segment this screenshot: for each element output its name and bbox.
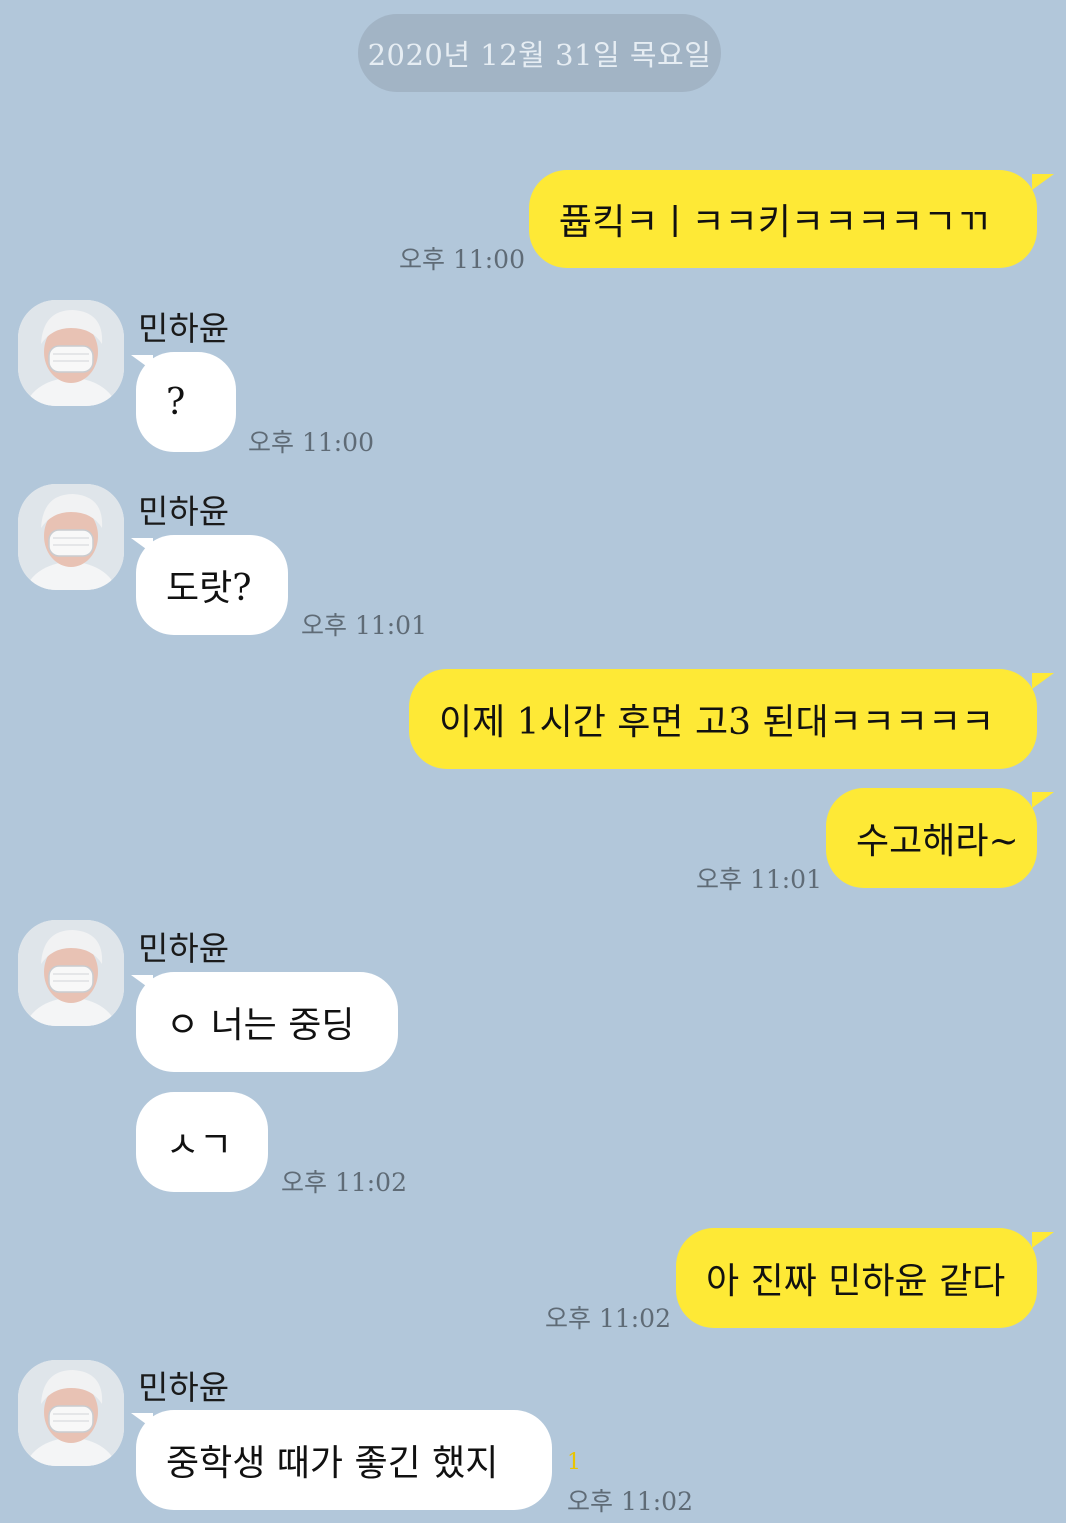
message-bubble-sent[interactable]: 아 진짜 민하윤 같다 [676, 1228, 1037, 1328]
sender-name: 민하윤 [138, 309, 230, 348]
message-time: 오후 11:02 [281, 1168, 407, 1197]
bubble-tail [1032, 1232, 1054, 1248]
bubble-tail [131, 975, 153, 991]
avatar[interactable] [18, 1360, 124, 1466]
unread-count: 1 [567, 1450, 581, 1475]
avatar[interactable] [18, 920, 124, 1026]
date-divider: 2020년 12월 31일 목요일 [358, 14, 721, 92]
bubble-tail [131, 1413, 153, 1429]
bubble-tail [1032, 792, 1054, 808]
message-time: 오후 11:02 [567, 1487, 693, 1516]
sender-name: 민하윤 [138, 1368, 230, 1407]
bubble-tail [1032, 174, 1054, 190]
avatar[interactable] [18, 484, 124, 590]
profile-photo-icon [18, 484, 124, 590]
message-time: 오후 11:00 [399, 245, 525, 274]
message-bubble-received[interactable]: ㅅㄱ [136, 1092, 268, 1192]
message-bubble-sent[interactable]: 퓹킥ㅋㅣㅋㅋ키ㅋㅋㅋㅋㄱㄲ [529, 170, 1037, 268]
avatar[interactable] [18, 300, 124, 406]
message-time: 오후 11:02 [545, 1304, 671, 1333]
message-time: 오후 11:00 [248, 428, 374, 457]
message-bubble-sent[interactable]: 이제 1시간 후면 고3 된대ㅋㅋㅋㅋㅋ [409, 669, 1037, 769]
bubble-tail [1032, 673, 1054, 689]
sender-name: 민하윤 [138, 929, 230, 968]
bubble-tail [131, 538, 153, 554]
message-time: 오후 11:01 [696, 865, 822, 894]
message-time: 오후 11:01 [301, 611, 427, 640]
bubble-tail [131, 355, 153, 371]
message-bubble-received[interactable]: 도랏? [136, 535, 288, 635]
message-bubble-received[interactable]: 중학생 때가 좋긴 했지 [136, 1410, 552, 1510]
profile-photo-icon [18, 920, 124, 1026]
message-bubble-sent[interactable]: 수고해라~ [826, 788, 1037, 888]
message-bubble-received[interactable]: ㅇ 너는 중딩 [136, 972, 398, 1072]
profile-photo-icon [18, 1360, 124, 1466]
sender-name: 민하윤 [138, 492, 230, 531]
profile-photo-icon [18, 300, 124, 406]
